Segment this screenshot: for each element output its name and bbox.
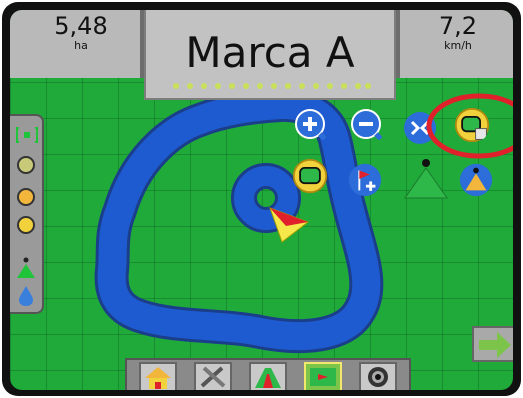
map-view-icon: [310, 368, 336, 386]
speed-value: 7,2: [438, 12, 478, 40]
highlight-circle: [426, 93, 513, 159]
nav-camera[interactable]: [359, 362, 397, 390]
area-unit: ha: [74, 39, 88, 52]
speed-readout: 7,2 km/h: [408, 12, 508, 52]
boundary-icon[interactable]: [292, 158, 328, 194]
fluid-drop-icon: [19, 286, 33, 306]
job-title: Marca A: [185, 28, 355, 77]
speed-unit: km/h: [444, 39, 472, 52]
nav-tools[interactable]: [194, 362, 232, 390]
home-icon: [145, 367, 171, 389]
status-divider: [396, 10, 400, 78]
map-view[interactable]: 5,48 ha 7,2 km/h Marca A: [10, 10, 513, 390]
guidance-view-icon: [255, 368, 281, 388]
bottom-navigation: [125, 358, 411, 390]
nav-home[interactable]: [139, 362, 177, 390]
zoom-out-icon[interactable]: [350, 108, 386, 144]
warning-status-icon: [17, 216, 35, 234]
left-status-bar: [10, 114, 44, 314]
next-page-button[interactable]: [472, 326, 513, 362]
area-readout: 5,48 ha: [36, 12, 126, 52]
zoom-in-icon[interactable]: [294, 108, 330, 144]
guidance-point-b-icon[interactable]: [458, 162, 494, 198]
gps-status-icon: [17, 156, 35, 174]
vehicle-position-icon: [269, 207, 310, 243]
nav-guidance-view[interactable]: [249, 362, 287, 390]
nav-map-view[interactable]: [304, 362, 342, 390]
area-value: 5,48: [54, 12, 108, 40]
guidance-point-a-icon[interactable]: [403, 158, 449, 200]
camera-icon: [368, 367, 388, 387]
add-marker-icon[interactable]: [347, 162, 383, 198]
device-screen: 5,48 ha 7,2 km/h Marca A: [2, 2, 521, 396]
job-title-panel[interactable]: Marca A: [144, 10, 396, 100]
tools-icon: [200, 366, 226, 388]
boom-section-indicator: [173, 83, 371, 89]
guidance-status-icon: [17, 257, 35, 278]
section-status-icon: [17, 188, 35, 206]
bracket-icon: [16, 127, 38, 143]
arrow-right-icon: [479, 332, 511, 358]
